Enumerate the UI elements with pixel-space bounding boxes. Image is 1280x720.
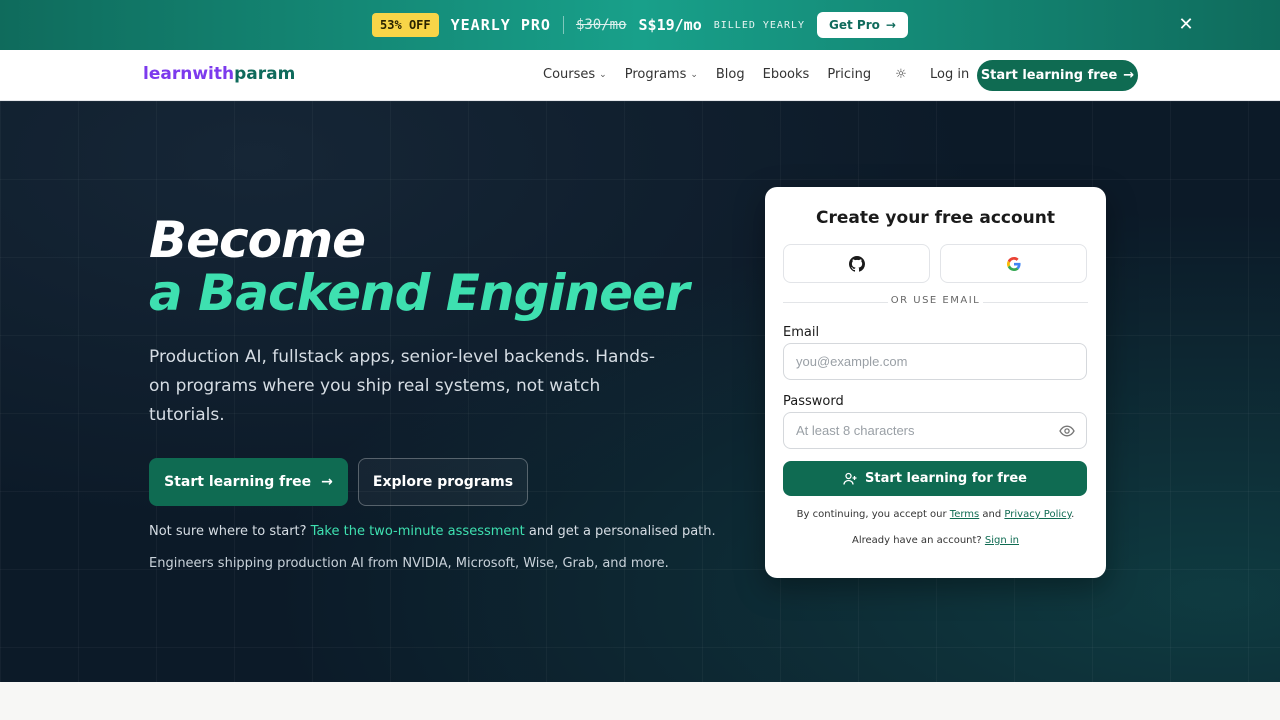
assessment-suffix: and get a personalised path.	[524, 524, 716, 539]
password-label: Password	[783, 394, 844, 409]
arrow-right-icon: →	[885, 18, 896, 32]
old-price: $30/mo	[575, 17, 627, 33]
nav-links: Courses ⌄ Programs ⌄ Blog Ebooks Pricing	[543, 67, 871, 82]
below-fold-section	[0, 682, 1280, 720]
email-label: Email	[783, 325, 820, 340]
assessment-prompt: Not sure where to start? Take the two-mi…	[149, 524, 716, 539]
promo-separator	[562, 16, 564, 34]
legal-prefix: By continuing, you accept our	[796, 509, 950, 520]
signup-card: Create your free account OR USE EMAIL Em…	[765, 187, 1106, 578]
google-icon	[1006, 256, 1021, 271]
nav-item-courses[interactable]: Courses ⌄	[543, 67, 607, 82]
top-nav: learnwithparam Courses ⌄ Programs ⌄ Blog…	[0, 50, 1280, 101]
legal-suffix: .	[1071, 509, 1075, 520]
eye-icon[interactable]	[1059, 424, 1075, 438]
logo-part-param: param	[234, 64, 296, 84]
hero-section: Become a Backend Engineer Production AI,…	[0, 101, 1280, 682]
plan-name: YEARLY PRO	[450, 16, 551, 34]
chevron-down-icon: ⌄	[690, 69, 698, 80]
signin-prompt: Already have an account? Sign in	[765, 535, 1106, 546]
email-field[interactable]	[783, 343, 1087, 380]
nav-item-label: Courses	[543, 67, 596, 82]
assessment-link[interactable]: Take the two-minute assessment	[311, 524, 525, 539]
or-divider: OR USE EMAIL	[783, 295, 1088, 309]
nav-item-blog[interactable]: Blog	[716, 67, 745, 82]
nav-item-label: Programs	[624, 67, 687, 82]
github-icon	[848, 255, 865, 272]
privacy-link[interactable]: Privacy Policy	[1004, 509, 1071, 520]
get-pro-button[interactable]: Get Pro →	[817, 12, 908, 38]
nav-item-programs[interactable]: Programs ⌄	[625, 67, 698, 82]
signin-link[interactable]: Sign in	[985, 535, 1019, 546]
terms-link[interactable]: Terms	[950, 509, 979, 520]
assessment-prefix: Not sure where to start?	[149, 524, 311, 539]
hero-subtitle: Production AI, fullstack apps, senior-le…	[149, 347, 656, 425]
github-signin-button[interactable]	[783, 244, 930, 283]
get-pro-label: Get Pro	[829, 18, 880, 32]
nav-item-pricing[interactable]: Pricing	[827, 67, 871, 82]
start-learning-button[interactable]: Start learning free →	[149, 458, 348, 506]
submit-label: Start learning for free	[865, 471, 1027, 486]
legal-text: By continuing, you accept our Terms and …	[765, 509, 1106, 520]
chevron-down-icon: ⌄	[599, 69, 607, 80]
sun-icon[interactable]: ☼	[893, 67, 909, 83]
new-price: S$19/mo	[638, 16, 702, 34]
start-learning-nav-button[interactable]: Start learning free →	[977, 60, 1138, 91]
primary-cta-label: Start learning free	[164, 474, 312, 490]
user-plus-icon	[843, 472, 857, 485]
submit-signup-button[interactable]: Start learning for free	[783, 461, 1087, 496]
password-field[interactable]	[783, 412, 1087, 449]
discount-badge: 53% OFF	[372, 13, 439, 37]
hero-title-line1: Become	[149, 211, 366, 269]
trusted-by-text: Engineers shipping production AI from NV…	[149, 556, 669, 571]
nav-cta-label: Start learning free	[980, 68, 1118, 83]
google-signin-button[interactable]	[940, 244, 1087, 283]
close-icon[interactable]: ✕	[1176, 15, 1196, 35]
arrow-right-icon: →	[1123, 68, 1135, 83]
nav-item-ebooks[interactable]: Ebooks	[763, 67, 810, 82]
arrow-right-icon: →	[321, 474, 333, 490]
divider-line	[983, 302, 1088, 303]
hero-title-line2: a Backend Engineer	[149, 264, 690, 322]
legal-and: and	[979, 509, 1005, 520]
explore-programs-button[interactable]: Explore programs	[358, 458, 528, 506]
signup-title: Create your free account	[816, 208, 1055, 228]
logo[interactable]: learnwithparam	[143, 64, 295, 84]
logo-part-learnwith: learnwith	[143, 64, 235, 84]
signin-prefix: Already have an account?	[851, 535, 985, 546]
billing-note: BILLED YEARLY	[713, 19, 806, 31]
promo-banner: 53% OFF YEARLY PRO $30/mo S$19/mo BILLED…	[0, 0, 1280, 50]
divider-text: OR USE EMAIL	[890, 295, 981, 306]
login-link[interactable]: Log in	[930, 67, 969, 82]
